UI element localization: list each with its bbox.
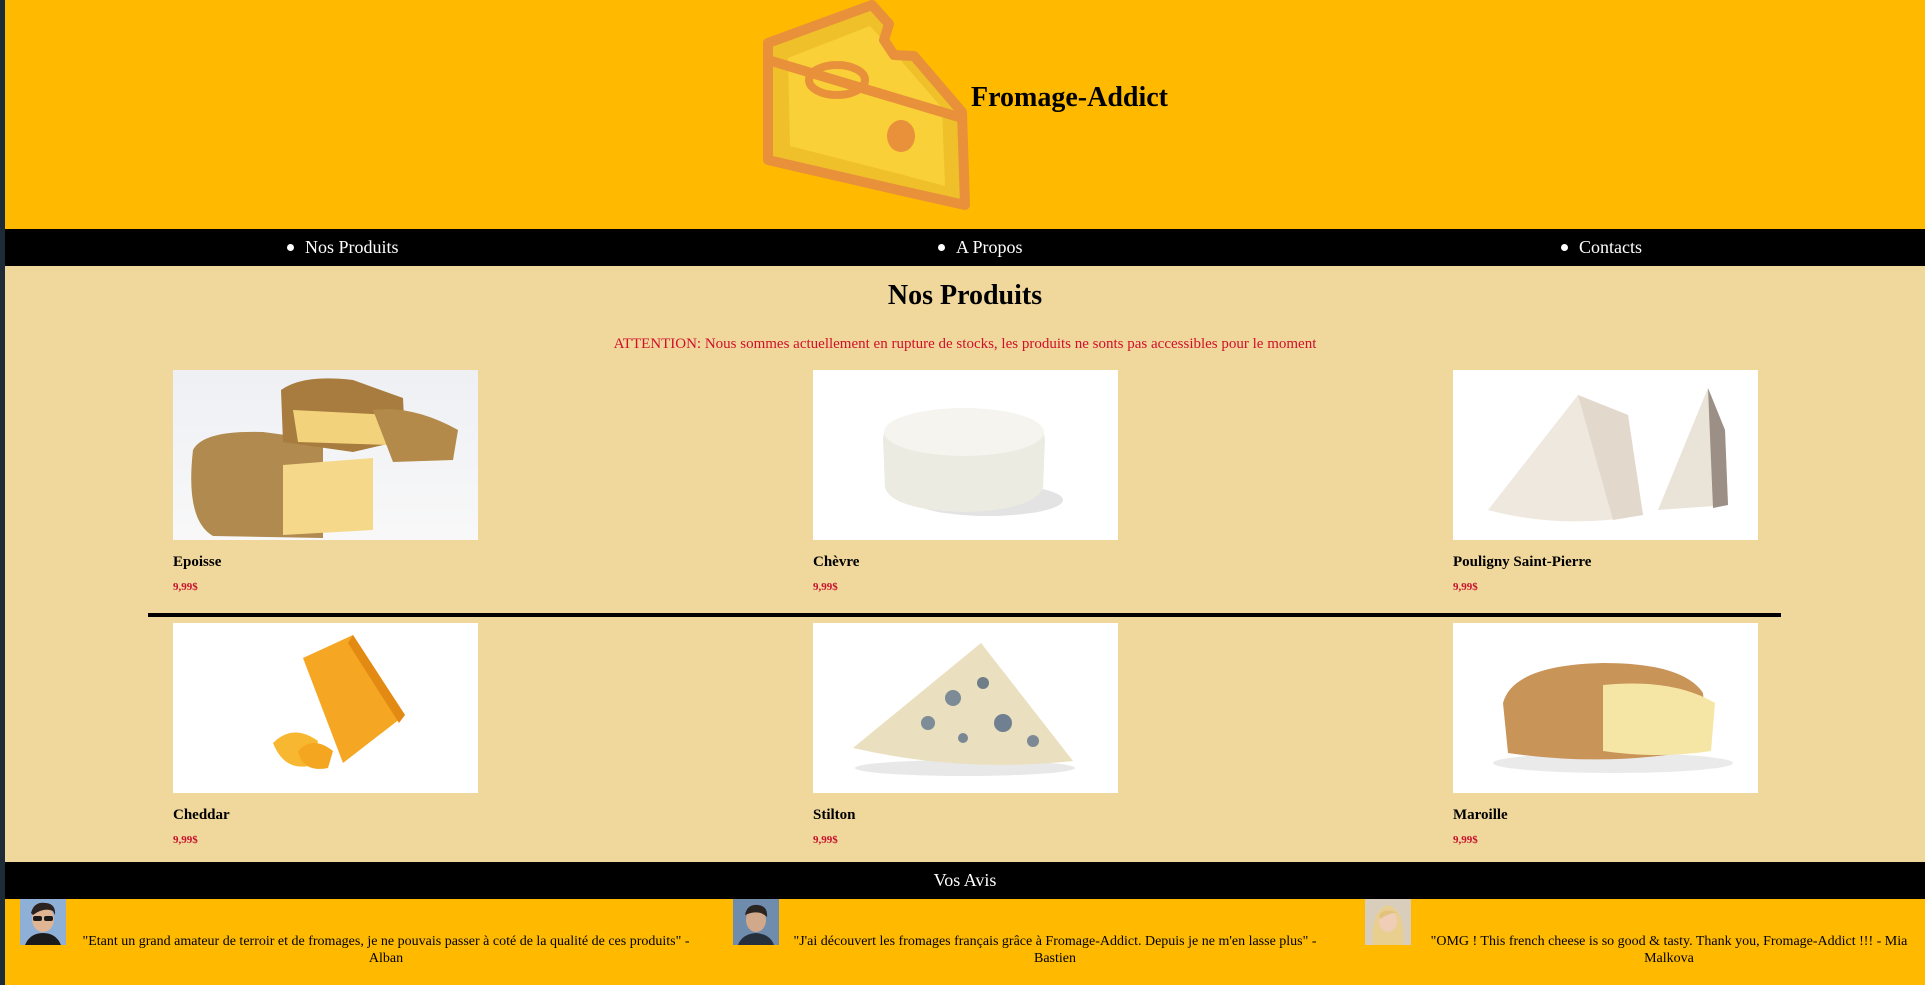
product-card[interactable]: Pouligny Saint-Pierre 9,99$ [1453,370,1758,593]
main-nav: Nos Produits A Propos Contacts [5,229,1925,266]
pouligny-image [1453,370,1758,540]
review-text: "OMG ! This french cheese is so good & t… [1430,934,1908,966]
product-price: 9,99$ [173,581,198,593]
epoisse-image [173,370,478,540]
review-text: "J'ai découvert les fromages français gr… [793,934,1317,966]
products-section: Nos Produits ATTENTION: Nous sommes actu… [5,266,1925,862]
avatar [20,899,66,945]
product-card[interactable]: Cheddar 9,99$ [173,623,478,846]
nav-item-a-propos[interactable]: A Propos [938,229,1023,266]
product-price: 9,99$ [1453,834,1478,846]
bullet-icon [1561,244,1568,252]
chevre-image [813,370,1118,540]
bullet-icon [938,244,945,252]
product-card[interactable]: Chèvre 9,99$ [813,370,1118,593]
bullet-icon [287,244,294,252]
review-text: "Etant un grand amateur de terroir et de… [82,934,690,966]
cheese-icon [763,0,970,210]
product-price: 9,99$ [813,581,838,593]
section-title: Nos Produits [887,280,1043,311]
product-name: Epoisse [173,554,222,570]
cheddar-image [173,623,478,793]
product-card[interactable]: Stilton 9,99$ [813,623,1118,846]
site-header: Fromage-Addict [5,0,1925,229]
maroille-image [1453,623,1758,793]
avatar [733,899,779,945]
product-price: 9,99$ [173,834,198,846]
brand-title: Fromage-Addict [971,82,1168,113]
product-name: Pouligny Saint-Pierre [1453,554,1592,570]
product-name: Maroille [1453,807,1508,823]
stilton-image [813,623,1118,793]
row-divider [148,613,1781,617]
nav-item-nos-produits[interactable]: Nos Produits [287,229,399,266]
product-price: 9,99$ [1453,581,1478,593]
nav-item-contacts[interactable]: Contacts [1561,229,1642,266]
nav-item-label: Contacts [1579,237,1642,257]
page: Fromage-Addict Nos Produits A Propos Con… [5,0,1925,985]
reviews-title: Vos Avis [5,862,1925,899]
product-price: 9,99$ [813,834,838,846]
product-card[interactable]: Maroille 9,99$ [1453,623,1758,846]
product-name: Chèvre [813,554,860,570]
product-name: Cheddar [173,807,230,823]
stock-warning: ATTENTION: Nous sommes actuellement en r… [613,336,1317,352]
reviews-section: "Etant un grand amateur de terroir et de… [5,899,1925,985]
avatar [1365,899,1411,945]
nav-item-label: Nos Produits [305,237,399,257]
product-card[interactable]: Epoisse 9,99$ [173,370,478,593]
product-name: Stilton [813,807,856,823]
nav-item-label: A Propos [956,237,1023,257]
